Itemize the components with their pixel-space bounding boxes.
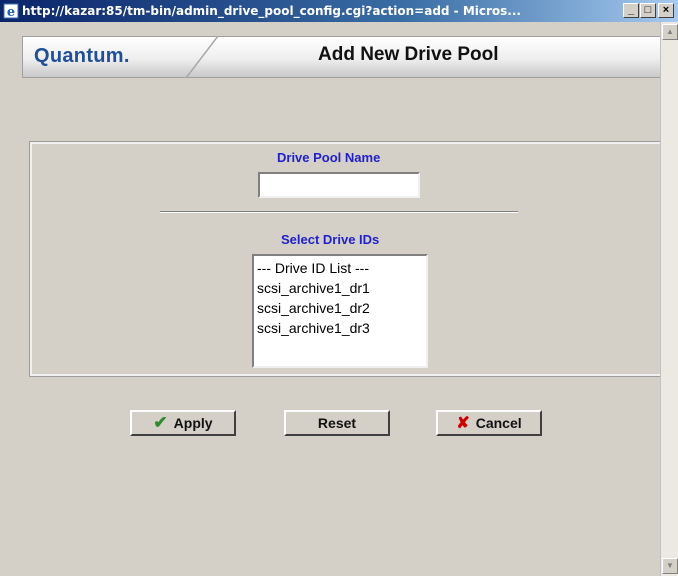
page-header: Quantum. Add New Drive Pool (22, 36, 670, 78)
x-icon: ✘ (456, 415, 470, 432)
window-title: http://kazar:85/tm-bin/admin_drive_pool_… (22, 4, 521, 18)
select-drive-ids-label: Select Drive IDs (281, 232, 380, 247)
cancel-button-label: Cancel (475, 415, 522, 431)
cancel-button[interactable]: ✘ Cancel (436, 410, 542, 436)
drive-id-list-header[interactable]: --- Drive ID List --- (257, 258, 423, 278)
reset-button[interactable]: Reset (284, 410, 390, 436)
drive-id-listbox[interactable]: --- Drive ID List --- scsi_archive1_dr1 … (252, 254, 428, 368)
drive-id-option[interactable]: scsi_archive1_dr1 (257, 278, 423, 298)
checkmark-icon: ✔ (153, 413, 168, 432)
svg-text:e: e (7, 5, 15, 19)
title-bar: e http://kazar:85/tm-bin/admin_drive_poo… (0, 0, 678, 22)
maximize-button[interactable]: □ (640, 3, 656, 18)
minimize-button[interactable]: _ (623, 3, 639, 18)
drive-id-option[interactable]: scsi_archive1_dr2 (257, 298, 423, 318)
drive-pool-name-label: Drive Pool Name (277, 150, 381, 165)
drive-pool-name-input[interactable] (258, 172, 420, 198)
section-divider (160, 211, 518, 213)
quantum-logo: Quantum. (34, 45, 130, 67)
apply-button-label: Apply (173, 415, 213, 431)
page-title: Add New Drive Pool (318, 44, 499, 65)
close-button[interactable]: × (658, 3, 674, 18)
vertical-scrollbar[interactable]: ▲ ▼ (660, 22, 678, 576)
reset-button-label: Reset (317, 415, 357, 431)
scroll-up-arrow-icon[interactable]: ▲ (662, 24, 678, 40)
ie-icon: e (3, 3, 19, 19)
apply-button[interactable]: ✔ Apply (130, 410, 236, 436)
scroll-down-arrow-icon[interactable]: ▼ (662, 558, 678, 574)
browser-window: e http://kazar:85/tm-bin/admin_drive_poo… (0, 0, 678, 576)
banner-slash-graphic (185, 36, 219, 78)
drive-id-option[interactable]: scsi_archive1_dr3 (257, 318, 423, 338)
